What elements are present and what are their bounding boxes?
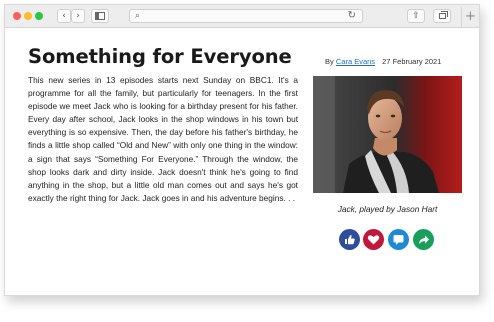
maximize-window-icon[interactable] bbox=[35, 12, 43, 20]
portrait-image bbox=[313, 76, 462, 193]
image-caption: Jack, played by Jason Hart bbox=[337, 204, 438, 214]
tab-overview-button[interactable] bbox=[433, 9, 451, 23]
share-article-button[interactable] bbox=[413, 229, 434, 250]
close-window-icon[interactable] bbox=[13, 12, 21, 20]
back-button[interactable]: ‹ bbox=[57, 9, 71, 23]
heart-icon bbox=[367, 235, 380, 245]
byline-prefix: By bbox=[325, 57, 334, 66]
article-photo bbox=[313, 76, 462, 193]
thumbs-up-icon bbox=[345, 234, 355, 245]
tabs-icon bbox=[439, 11, 448, 19]
chat-bubble-icon bbox=[393, 235, 404, 245]
sidebar-icon bbox=[95, 12, 105, 20]
article-body: This new series in 13 episodes starts ne… bbox=[28, 75, 298, 203]
page-title: Something for Everyone bbox=[28, 45, 292, 68]
like-button[interactable] bbox=[339, 229, 360, 250]
publish-date: 27 February 2021 bbox=[382, 57, 442, 66]
new-tab-button[interactable]: + bbox=[461, 7, 479, 27]
chevron-left-icon: ‹ bbox=[62, 11, 66, 21]
forward-button[interactable]: › bbox=[71, 9, 85, 23]
favorite-button[interactable] bbox=[363, 229, 384, 250]
share-button[interactable]: ⇧ bbox=[407, 9, 425, 23]
share-icon: ⇧ bbox=[412, 11, 420, 21]
author-link[interactable]: Cara Evans bbox=[336, 57, 375, 66]
reload-icon[interactable]: ↻ bbox=[348, 10, 356, 22]
page-content: Something for Everyone By Cara Evans 27 … bbox=[5, 28, 479, 295]
share-arrow-icon bbox=[419, 235, 429, 244]
sidebar-toggle-button[interactable] bbox=[91, 9, 109, 23]
chevron-right-icon: › bbox=[76, 11, 80, 21]
search-icon: ⌕ bbox=[135, 11, 141, 21]
browser-window: ‹ › ⌕ ↻ ⇧ + Something for Everyone By Ca… bbox=[4, 4, 480, 296]
minimize-window-icon[interactable] bbox=[24, 12, 32, 20]
address-bar[interactable]: ⌕ ↻ bbox=[129, 9, 363, 23]
byline: By Cara Evans 27 February 2021 bbox=[325, 57, 441, 66]
browser-toolbar: ‹ › ⌕ ↻ ⇧ + bbox=[5, 5, 479, 28]
comment-button[interactable] bbox=[388, 229, 409, 250]
